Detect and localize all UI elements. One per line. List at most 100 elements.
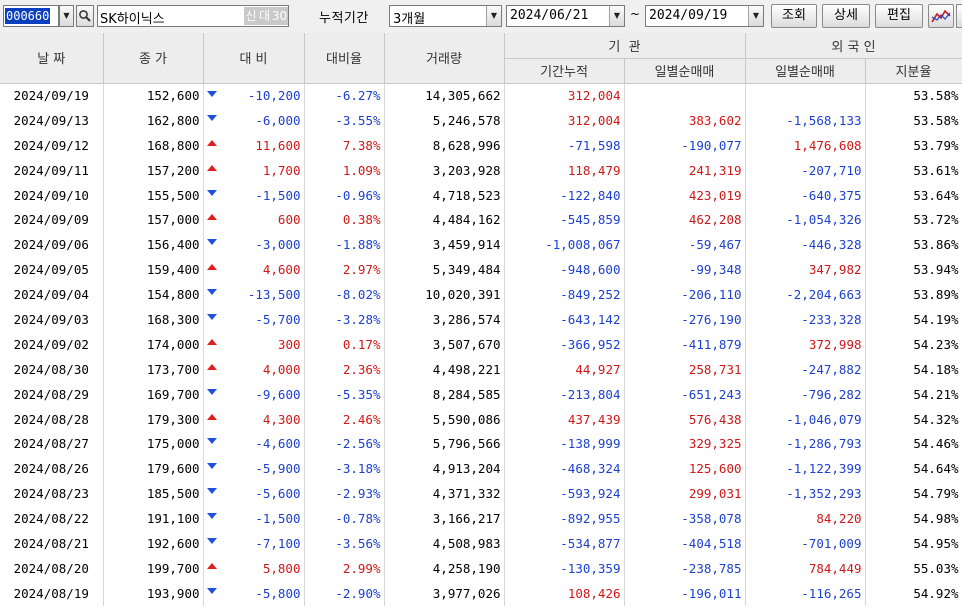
table-row[interactable]: 2024/09/02 174,000 300 0.17% 3,507,670 -366,9… (0, 331, 962, 357)
table-row[interactable]: 2024/09/13 162,800 -6,000 -3.55% 5,246,578 31… (0, 107, 962, 133)
foreign-share-cell-value: 53.58% (913, 112, 959, 128)
date-cell-value: 2024/08/26 (13, 461, 89, 477)
table-row[interactable]: 2024/08/21 192,600 -7,100 -3.56% 4,508,983 -5… (0, 531, 962, 556)
table-row[interactable]: 2024/09/04 154,800 -13,500 -8.02% 10,020,391… (0, 282, 962, 308)
volume-cell-value: 3,507,670 (432, 336, 501, 352)
date-cell-value: 2024/09/05 (13, 262, 89, 278)
price-cell-value: 154,800 (146, 287, 200, 303)
change-rate-cell: -1.88% (304, 232, 385, 258)
start-date-picker[interactable]: 2024/06/21 ▼ (506, 5, 625, 27)
volume-cell-value: 3,977,026 (432, 585, 501, 601)
col-header-change[interactable]: 대 비 (203, 33, 305, 84)
volume-cell-value: 8,284,585 (432, 386, 501, 402)
change-rate-cell-value: -6.27% (335, 88, 381, 104)
table-row[interactable]: 2024/08/28 179,300 4,300 2.46% 5,590,086 437,… (0, 406, 962, 432)
price-cell: 192,600 (103, 531, 204, 556)
chart-button[interactable] (928, 4, 954, 28)
foreign-share-cell-value: 54.18% (913, 361, 959, 377)
date-cell-value: 2024/08/21 (13, 535, 89, 551)
inst-cumulative-cell: -948,600 (504, 257, 625, 283)
col-header-foreign-share[interactable]: 지분율 (865, 58, 962, 84)
foreign-share-cell: 54.23% (865, 331, 962, 357)
col-header-inst-cumulative[interactable]: 기간누적 (504, 58, 625, 84)
edit-button[interactable]: 편집 (875, 4, 923, 28)
date-cell-value: 2024/08/23 (13, 486, 89, 502)
foreign-daily-cell: -640,375 (745, 182, 866, 208)
volume-cell-value: 5,796,566 (432, 436, 501, 452)
table-body: 2024/09/19 152,600 -10,200 -6.27% 14,305,662… (0, 83, 962, 606)
date-cell-value: 2024/08/28 (13, 411, 89, 427)
change-cell: 300 (203, 331, 305, 357)
foreign-daily-cell-value: -233,328 (801, 311, 862, 327)
col-header-volume[interactable]: 거래량 (384, 33, 505, 84)
table-row[interactable]: 2024/09/03 168,300 -5,700 -3.28% 3,286,574 -6… (0, 307, 962, 332)
table-row[interactable]: 2024/08/27 175,000 -4,600 -2.56% 5,796,566 -1… (0, 431, 962, 457)
inst-cumulative-cell-value: 437,439 (567, 411, 621, 427)
inst-daily-cell: -190,077 (624, 132, 746, 158)
table-row[interactable]: 2024/09/11 157,200 1,700 1.09% 3,203,928 118,… (0, 157, 962, 183)
down-triangle-icon (206, 463, 217, 470)
search-button[interactable] (76, 5, 94, 27)
change-cell-value: -3,000 (255, 237, 301, 253)
volume-cell: 4,371,332 (384, 481, 505, 507)
foreign-daily-cell: 84,220 (745, 506, 866, 532)
inst-daily-cell-value: -196,011 (681, 585, 742, 601)
inst-cumulative-cell-value: -71,598 (567, 137, 621, 153)
col-header-foreign-daily[interactable]: 일별순매매 (745, 58, 866, 84)
change-cell-value: -5,700 (255, 311, 301, 327)
foreign-share-cell-value: 54.64% (913, 461, 959, 477)
price-cell: 157,000 (103, 207, 204, 233)
chevron-down-icon[interactable]: ▼ (59, 5, 74, 27)
detail-button[interactable]: 상세 (822, 4, 870, 28)
change-cell: 4,600 (203, 257, 305, 283)
col-header-change-rate[interactable]: 대비율 (304, 33, 385, 84)
price-cell-value: 193,900 (146, 585, 200, 601)
table-row[interactable]: 2024/09/19 152,600 -10,200 -6.27% 14,305,662… (0, 83, 962, 108)
table-row[interactable]: 2024/08/23 185,500 -5,600 -2.93% 4,371,332 -5… (0, 481, 962, 507)
price-cell: 159,400 (103, 257, 204, 283)
inst-daily-cell-value: 241,319 (688, 162, 742, 178)
period-label: 누적기간 (319, 11, 369, 26)
table-row[interactable]: 2024/08/30 173,700 4,000 2.36% 4,498,221 44,9… (0, 356, 962, 382)
end-date-picker[interactable]: 2024/09/19 ▼ (645, 5, 764, 27)
inst-cumulative-cell-value: -130,359 (560, 560, 621, 576)
stock-name-field[interactable]: SK하이닉스 신 대 30 (97, 5, 289, 27)
table-row[interactable]: 2024/09/12 168,800 11,600 7.38% 8,628,996 -71… (0, 132, 962, 158)
col-header-inst-daily[interactable]: 일별순매매 (624, 58, 746, 84)
more-button[interactable] (956, 4, 962, 28)
foreign-daily-cell (745, 83, 866, 108)
table-row[interactable]: 2024/09/10 155,500 -1,500 -0.96% 4,718,523 -1… (0, 182, 962, 208)
table-row[interactable]: 2024/09/09 157,000 600 0.38% 4,484,162 -545,8… (0, 207, 962, 233)
inst-daily-cell: -651,243 (624, 381, 746, 407)
inst-daily-cell: -238,785 (624, 555, 746, 581)
period-select[interactable]: 3개월 ▼ (389, 5, 502, 27)
col-header-price[interactable]: 종 가 (103, 33, 204, 84)
table-row[interactable]: 2024/08/20 199,700 5,800 2.99% 4,258,190 -130… (0, 555, 962, 581)
inst-daily-cell: -206,110 (624, 282, 746, 308)
table-row[interactable]: 2024/08/29 169,700 -9,600 -5.35% 8,284,585 -2… (0, 381, 962, 407)
price-cell: 156,400 (103, 232, 204, 258)
foreign-daily-cell-value: -247,882 (801, 361, 862, 377)
date-cell: 2024/09/12 (0, 132, 104, 158)
table-row[interactable]: 2024/08/26 179,600 -5,900 -3.18% 4,913,204 -4… (0, 456, 962, 482)
down-triangle-icon (206, 587, 217, 594)
change-cell: -7,100 (203, 531, 305, 556)
foreign-share-cell-value: 53.79% (913, 137, 959, 153)
inst-cumulative-cell: -468,324 (504, 456, 625, 482)
down-triangle-icon (206, 538, 217, 545)
change-cell: -5,600 (203, 481, 305, 507)
query-button[interactable]: 조회 (771, 4, 817, 28)
stock-code-input[interactable]: 000660 (3, 5, 59, 27)
inst-daily-cell-value: -651,243 (681, 386, 742, 402)
volume-cell: 4,913,204 (384, 456, 505, 482)
change-rate-cell: -3.55% (304, 107, 385, 133)
table-row[interactable]: 2024/08/22 191,100 -1,500 -0.78% 3,166,217 -8… (0, 506, 962, 532)
table-row[interactable]: 2024/09/05 159,400 4,600 2.97% 5,349,484 -948… (0, 257, 962, 283)
col-header-date[interactable]: 날 짜 (0, 33, 104, 84)
table-row[interactable]: 2024/09/06 156,400 -3,000 -1.88% 3,459,914 -1… (0, 232, 962, 258)
table-row[interactable]: 2024/08/19 193,900 -5,800 -2.90% 3,977,026 10… (0, 580, 962, 606)
date-cell-value: 2024/08/30 (13, 361, 89, 377)
foreign-share-cell: 54.32% (865, 406, 962, 432)
volume-cell-value: 4,258,190 (432, 560, 501, 576)
price-cell-value: 156,400 (146, 237, 200, 253)
